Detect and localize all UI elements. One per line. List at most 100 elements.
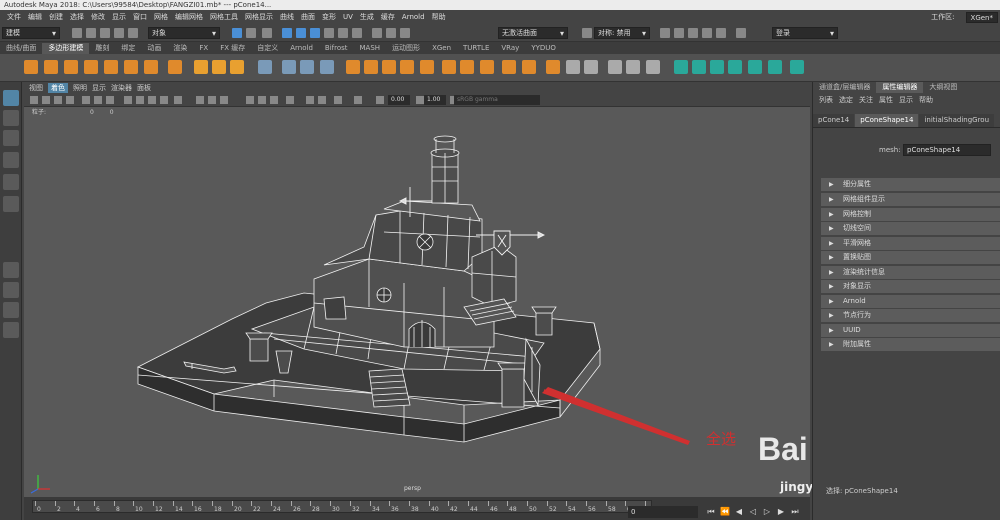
section-header[interactable]: 网格控制 xyxy=(821,208,1000,221)
grid-icon[interactable] xyxy=(82,96,90,104)
select-object-icon[interactable] xyxy=(246,28,256,38)
uv-unfold-icon[interactable] xyxy=(768,60,782,74)
snap-point-icon[interactable] xyxy=(310,28,320,38)
lights-icon[interactable] xyxy=(160,96,168,104)
single-perspective-layout-icon[interactable] xyxy=(3,262,19,278)
new-scene-icon[interactable] xyxy=(72,28,82,38)
attr-menu-item[interactable]: 列表 xyxy=(819,94,833,106)
symmetry-dropdown[interactable]: 对称: 禁用 xyxy=(594,27,650,39)
workspace-dropdown[interactable]: XGen* xyxy=(965,11,998,23)
pause-render-icon[interactable] xyxy=(736,28,746,38)
menu-item[interactable]: 曲线 xyxy=(280,12,294,22)
shelf-tab[interactable]: VRay xyxy=(495,43,525,54)
shelf-tab[interactable]: 曲线/曲面 xyxy=(0,43,42,54)
poly-disc-icon[interactable] xyxy=(144,60,158,74)
uv-layout-icon[interactable] xyxy=(790,60,804,74)
xray-icon[interactable] xyxy=(196,96,204,104)
section-header[interactable]: 附加属性 xyxy=(821,338,1000,351)
scale-tool-icon[interactable] xyxy=(3,196,19,212)
camera-icon[interactable] xyxy=(30,96,38,104)
smooth-icon[interactable] xyxy=(300,60,314,74)
depth-of-field-icon[interactable] xyxy=(286,96,294,104)
menu-item[interactable]: 创建 xyxy=(49,12,63,22)
menu-item[interactable]: 网格工具 xyxy=(210,12,238,22)
sweep-mesh-icon[interactable] xyxy=(194,60,208,74)
shelf-tab-active[interactable]: 多边形建模 xyxy=(42,43,90,54)
section-header[interactable]: 切线空间 xyxy=(821,222,1000,235)
poly-cube-icon[interactable] xyxy=(44,60,58,74)
snap-curve-icon[interactable] xyxy=(296,28,306,38)
uv-planar-icon[interactable] xyxy=(674,60,688,74)
shelf-tab[interactable]: Arnold xyxy=(284,43,319,54)
node-tab[interactable]: initialShadingGrou xyxy=(919,114,995,127)
poly-cylinder-icon[interactable] xyxy=(64,60,78,74)
bookmark-icon[interactable] xyxy=(54,96,62,104)
append-polygon-icon[interactable] xyxy=(546,60,560,74)
motion-blur-icon[interactable] xyxy=(258,96,266,104)
viewport-menu-item[interactable]: 渲染器 xyxy=(111,83,132,93)
step-back-key-icon[interactable]: ⏪ xyxy=(720,506,730,517)
menu-item[interactable]: 文件 xyxy=(7,12,21,22)
output-icon[interactable] xyxy=(386,28,396,38)
snap-grid-icon[interactable] xyxy=(282,28,292,38)
undo-icon[interactable] xyxy=(114,28,124,38)
shelf-tab[interactable]: TURTLE xyxy=(457,43,495,54)
poly-plane-icon[interactable] xyxy=(124,60,138,74)
target-weld-icon[interactable] xyxy=(608,60,622,74)
extract-icon[interactable] xyxy=(400,60,414,74)
section-header[interactable]: 置换贴图 xyxy=(821,251,1000,264)
paint-select-tool-icon[interactable] xyxy=(3,130,19,146)
viewport2-icon[interactable] xyxy=(334,96,342,104)
shelf-tab[interactable]: 自定义 xyxy=(251,43,284,54)
hypershade-icon[interactable] xyxy=(716,28,726,38)
section-header[interactable]: 网格组件显示 xyxy=(821,193,1000,206)
smooth-shade-icon[interactable] xyxy=(136,96,144,104)
gamma-slider-icon[interactable] xyxy=(376,96,384,104)
shelf-tab[interactable]: 绑定 xyxy=(115,43,141,54)
viewport-menu-item[interactable]: 视图 xyxy=(29,83,43,93)
bool-difference-icon[interactable] xyxy=(364,60,378,74)
attr-menu-item[interactable]: 显示 xyxy=(899,94,913,106)
extrude-icon[interactable] xyxy=(420,60,434,74)
snap-vertex-icon[interactable] xyxy=(352,28,362,38)
step-forward-frame-icon[interactable]: ▶ xyxy=(776,506,786,517)
shelf-tab[interactable]: 运动图形 xyxy=(386,43,426,54)
uv-auto-icon[interactable] xyxy=(728,60,742,74)
multi-cut-icon[interactable] xyxy=(566,60,580,74)
combine-icon[interactable] xyxy=(258,60,272,74)
poly-cone-icon[interactable] xyxy=(84,60,98,74)
select-hierarchy-icon[interactable] xyxy=(232,28,242,38)
bevel-icon[interactable] xyxy=(460,60,474,74)
menu-set-dropdown[interactable]: 建模 xyxy=(2,27,60,39)
poly-sphere-icon[interactable] xyxy=(24,60,38,74)
wireframe-model[interactable] xyxy=(24,107,810,497)
viewport-menu-item[interactable]: 面板 xyxy=(137,83,151,93)
svg-icon[interactable] xyxy=(230,60,244,74)
section-header[interactable]: 平滑网格 xyxy=(821,237,1000,250)
bridge-icon[interactable] xyxy=(442,60,456,74)
color-management-icon[interactable] xyxy=(306,96,314,104)
login-dropdown[interactable]: 登录 xyxy=(772,27,838,39)
poly-type-icon[interactable] xyxy=(212,60,226,74)
ambient-occlusion-icon[interactable] xyxy=(246,96,254,104)
uv-cylindrical-icon[interactable] xyxy=(692,60,706,74)
shelf-tab[interactable]: FX xyxy=(193,43,214,54)
menu-item[interactable]: 帮助 xyxy=(432,12,446,22)
move-tool-icon[interactable] xyxy=(3,152,19,168)
go-to-end-icon[interactable]: ⏭ xyxy=(790,506,800,517)
make-live-icon[interactable] xyxy=(646,60,660,74)
menu-item[interactable]: Arnold xyxy=(402,13,425,21)
go-to-start-icon[interactable]: ⏮ xyxy=(706,506,716,517)
section-header[interactable]: 对象显示 xyxy=(821,280,1000,293)
section-header[interactable]: 细分属性 xyxy=(821,178,1000,191)
live-surface-dropdown[interactable]: 无激活曲面 xyxy=(498,27,568,39)
mesh-name-field[interactable]: pConeShape14 xyxy=(903,144,991,156)
select-component-icon[interactable] xyxy=(262,28,272,38)
tab-channel-box[interactable]: 通道盒/层编辑器 xyxy=(813,82,876,93)
section-header[interactable]: Arnold xyxy=(821,295,1000,308)
quad-draw-icon[interactable] xyxy=(626,60,640,74)
node-tab[interactable]: pCone14 xyxy=(813,114,855,127)
snap-surface-icon[interactable] xyxy=(338,28,348,38)
bool-intersect-icon[interactable] xyxy=(382,60,396,74)
section-header[interactable]: 渲染统计信息 xyxy=(821,266,1000,279)
